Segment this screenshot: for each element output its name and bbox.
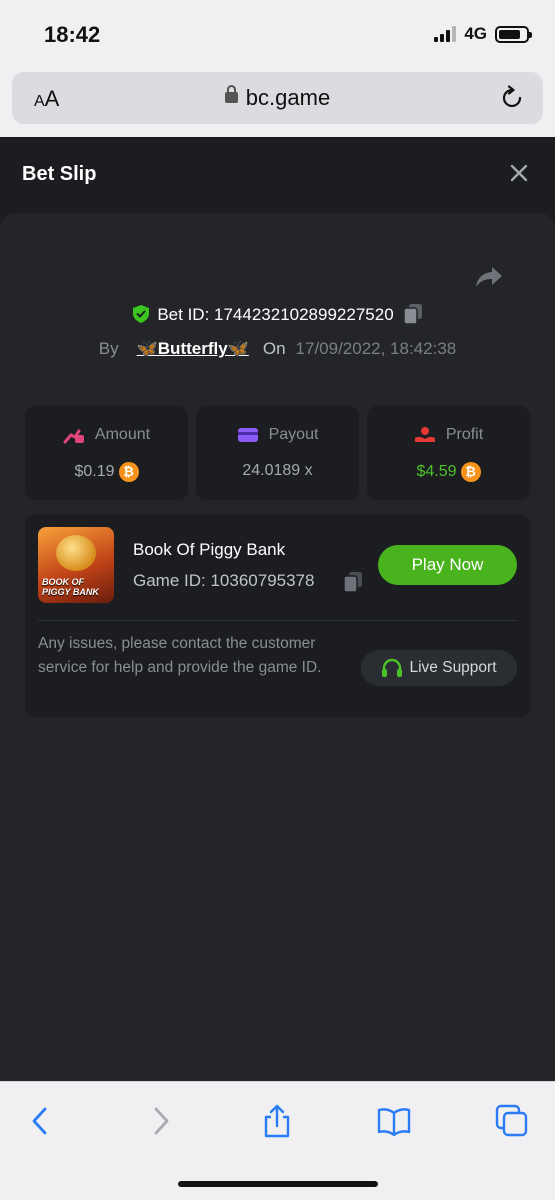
signal-icon: [434, 26, 457, 42]
url-display[interactable]: bc.game: [12, 84, 543, 111]
thumbnail-title: BOOK OF PIGGY BANK: [42, 577, 99, 597]
copy-game-id-icon[interactable]: [344, 572, 362, 592]
btc-icon: ₿: [460, 462, 481, 482]
status-time: 18:42: [44, 22, 101, 47]
payout-value: 24.0189 x: [242, 462, 313, 479]
battery-icon: [495, 25, 532, 43]
home-indicator: [178, 1181, 378, 1187]
network-type: 4G: [464, 24, 487, 43]
game-name: Book Of Piggy Bank: [133, 540, 286, 559]
amount-card: Amount $0.19 ₿: [25, 406, 188, 500]
close-icon[interactable]: [509, 163, 529, 183]
page-title: Bet Slip: [22, 163, 97, 185]
profit-label: Profit: [445, 426, 484, 443]
divider: [38, 620, 517, 621]
game-thumbnail[interactable]: BOOK OF PIGGY BANK: [38, 527, 114, 603]
payout-label: Payout: [268, 426, 319, 443]
payout-icon: [237, 428, 258, 442]
tabs-icon[interactable]: [495, 1104, 529, 1138]
address-bar[interactable]: AA bc.game: [12, 72, 543, 124]
browser-chrome: 18:42 4G AA bc.game: [0, 0, 555, 137]
amount-value: $0.19: [74, 463, 115, 480]
bet-slip-panel: Bet ID: 1744232102899227520 By 🦋Butterfly…: [0, 213, 555, 1081]
back-icon[interactable]: [24, 1104, 58, 1138]
support-text: Any issues, please contact the customer …: [38, 635, 322, 676]
bet-id: Bet ID: 1744232102899227520: [157, 305, 394, 324]
share-sheet-icon[interactable]: [260, 1104, 294, 1138]
status-indicators: 4G: [434, 24, 532, 44]
bet-stats: Amount $0.19 ₿ Payout 24.0189 x Profit $…: [25, 406, 530, 500]
by-label: By: [98, 339, 119, 358]
url-text: bc.game: [245, 85, 331, 110]
bet-slip-header: Bet Slip: [0, 137, 555, 213]
bet-datetime: 17/09/2022, 18:42:38: [295, 339, 457, 358]
bet-meta-row: By 🦋Butterfly🦋 On 17/09/2022, 18:42:38: [0, 339, 555, 359]
amount-icon: [63, 429, 84, 444]
copy-bet-id-icon[interactable]: [403, 303, 422, 324]
profit-value: $4.59: [416, 463, 457, 480]
game-card: BOOK OF PIGGY BANK Book Of Piggy Bank Ga…: [25, 514, 530, 717]
game-id: Game ID: 10360795378: [133, 571, 315, 590]
on-label: On: [262, 339, 286, 358]
live-support-button[interactable]: Live Support: [361, 650, 517, 686]
bet-id-row: Bet ID: 1744232102899227520: [0, 303, 555, 326]
btc-icon: ₿: [118, 462, 139, 482]
payout-card: Payout 24.0189 x: [196, 406, 359, 500]
lock-icon: [224, 84, 238, 103]
live-support-label: Live Support: [409, 659, 497, 676]
piggy-coin-icon: [56, 535, 96, 571]
profit-card: Profit $4.59 ₿: [367, 406, 530, 500]
reload-icon[interactable]: [499, 85, 525, 111]
forward-icon[interactable]: [143, 1104, 177, 1138]
shield-check-icon: [133, 304, 150, 323]
profit-icon: [414, 427, 435, 442]
headset-icon: [382, 658, 403, 677]
play-now-button[interactable]: Play Now: [378, 545, 517, 585]
share-icon[interactable]: [475, 265, 503, 289]
bookmarks-icon[interactable]: [377, 1104, 411, 1138]
amount-label: Amount: [94, 426, 151, 443]
username-link[interactable]: 🦋Butterfly🦋: [137, 339, 249, 358]
